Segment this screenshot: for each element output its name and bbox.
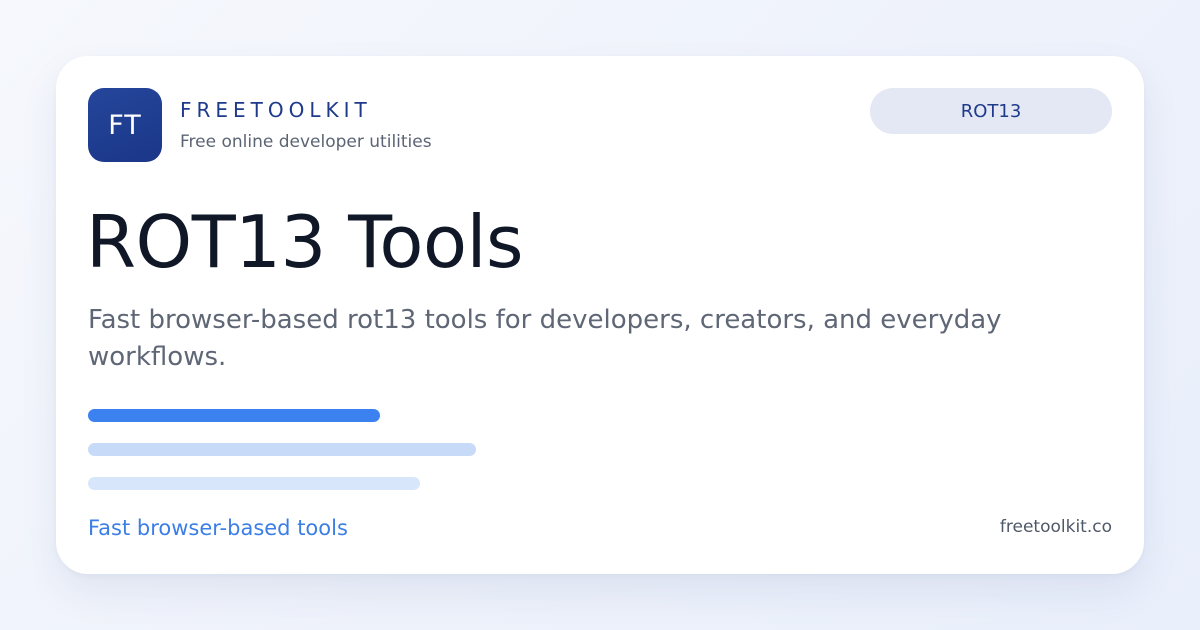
page-description: Fast browser-based rot13 tools for devel… <box>88 305 1002 372</box>
preview-card: FT FREETOOLKIT Free online developer uti… <box>56 56 1144 574</box>
footer-domain: freetoolkit.co <box>999 517 1112 537</box>
footer-tagline-link[interactable]: Fast browser-based tools <box>88 515 348 541</box>
brand-logo: FT <box>88 88 162 162</box>
decorative-bar-tertiary <box>88 477 420 490</box>
decorative-bar-primary <box>88 409 380 422</box>
category-tag-label: ROT13 <box>960 100 1022 122</box>
brand-name: FREETOOLKIT <box>180 98 372 122</box>
brand-tagline: Free online developer utilities <box>180 132 432 152</box>
brand-logo-text: FT <box>108 109 142 141</box>
decorative-bar-secondary <box>88 443 476 456</box>
category-tag: ROT13 <box>870 88 1112 134</box>
page-title: ROT13 Tools <box>86 200 524 284</box>
